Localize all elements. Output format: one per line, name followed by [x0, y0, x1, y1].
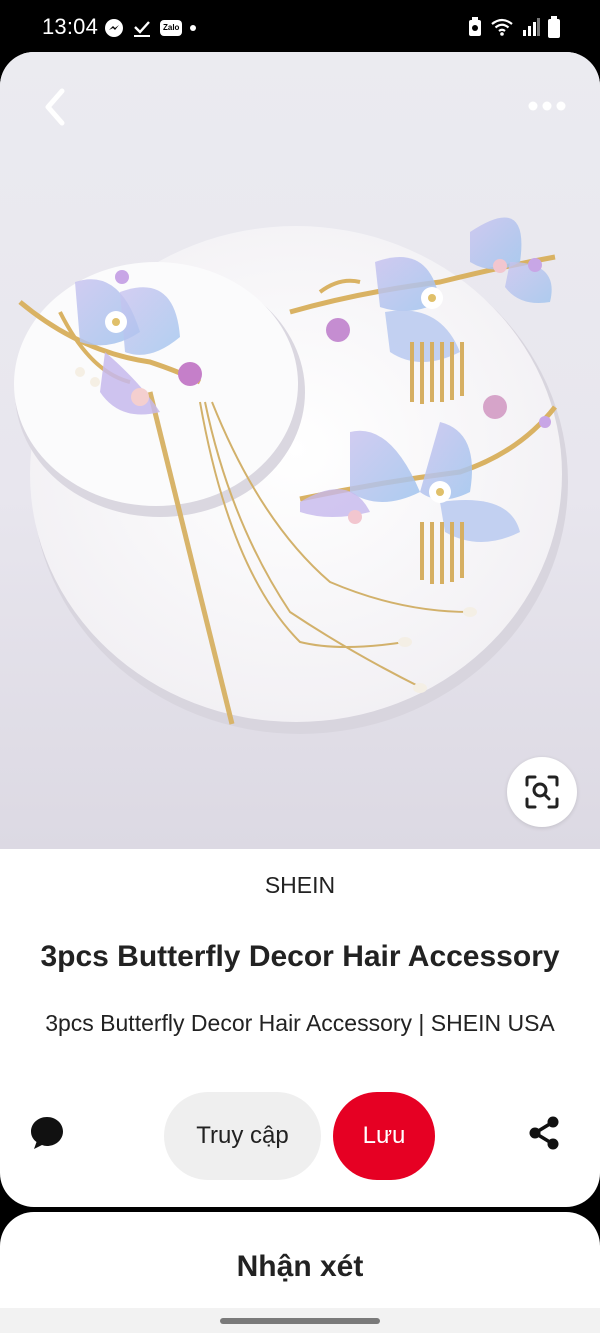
pin-description: 3pcs Butterfly Decor Hair Accessory | SH…	[45, 1010, 555, 1036]
battery-icon	[548, 16, 560, 38]
signal-icon	[522, 18, 540, 36]
status-right-icons	[468, 16, 560, 38]
share-button[interactable]	[521, 1110, 567, 1156]
visual-search-button[interactable]	[507, 757, 577, 827]
battery-saver-icon	[468, 17, 482, 37]
pin-image[interactable]	[0, 52, 600, 849]
comment-bubble-icon	[31, 1117, 63, 1149]
chevron-left-icon	[45, 88, 65, 126]
status-left-icons: Zalo	[104, 18, 197, 38]
status-bar: 13:04 Zalo	[0, 0, 600, 56]
notification-dot	[190, 25, 197, 31]
hair-accessory-image	[14, 217, 568, 734]
action-bar: Truy cập Lưu	[0, 1092, 600, 1180]
status-time: 13:04	[42, 14, 99, 39]
system-nav-bar	[0, 1308, 600, 1333]
lens-search-icon	[525, 775, 559, 809]
save-button[interactable]: Lưu	[333, 1092, 435, 1180]
visit-button[interactable]: Truy cập	[164, 1092, 321, 1180]
download-done-icon	[132, 18, 152, 38]
share-icon	[529, 1116, 559, 1150]
comments-title: Nhận xét	[236, 1250, 364, 1283]
more-options-button[interactable]	[522, 86, 572, 126]
comment-button[interactable]	[24, 1110, 70, 1156]
back-button[interactable]	[30, 82, 80, 132]
pin-brand[interactable]: SHEIN	[0, 872, 600, 899]
pin-card: SHEIN 3pcs Butterfly Decor Hair Accessor…	[0, 52, 600, 1207]
more-dots-icon	[528, 101, 566, 111]
messenger-icon	[104, 18, 124, 38]
pin-title: 3pcs Butterfly Decor Hair Accessory	[40, 940, 560, 973]
zalo-icon: Zalo	[160, 20, 183, 36]
wifi-icon	[490, 17, 514, 37]
home-gesture-bar[interactable]	[220, 1318, 380, 1324]
